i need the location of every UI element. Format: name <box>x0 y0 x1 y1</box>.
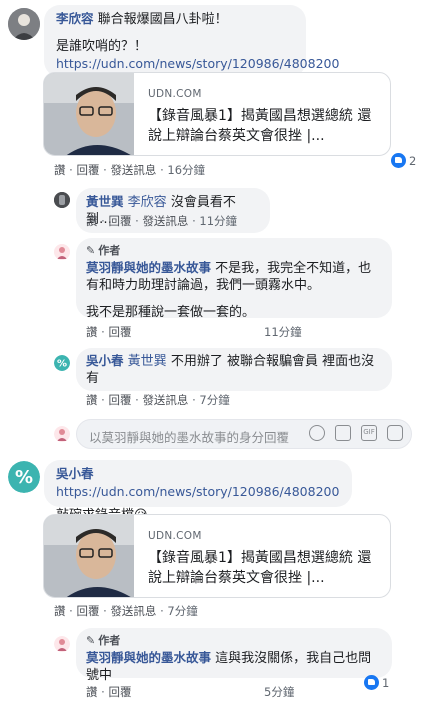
avatar-wu-xiaochun[interactable]: % <box>54 355 70 371</box>
pencil-icon: ✎ <box>86 634 96 647</box>
reply-actions: 讚 · 回覆 5分鐘 <box>86 684 295 700</box>
link-title: 【錄音風暴1】揭黃國昌想選總統 還說上辯論台蔡英文會很挫 |... <box>148 108 372 144</box>
timestamp[interactable]: 16分鐘 <box>167 163 205 177</box>
timestamp[interactable]: 11分鐘 <box>199 214 237 228</box>
reply-action[interactable]: 回覆 <box>108 685 131 699</box>
reply-bubble: 吳小春 黃世巽 不用辦了 被聯合報騙會員 裡面也沒有 <box>76 348 392 391</box>
page-logo-icon <box>54 244 70 260</box>
comment-text: 聯合報爆國昌八卦啦！ <box>97 12 228 27</box>
reaction-count[interactable]: 2 <box>391 153 416 168</box>
link-preview-image <box>44 73 134 155</box>
link-domain: UDN.COM <box>148 530 202 542</box>
like-reaction-icon <box>364 675 379 690</box>
person-avatar-icon <box>8 8 40 40</box>
like-action[interactable]: 讚 <box>86 685 98 699</box>
page-logo-icon <box>54 636 70 652</box>
message-action[interactable]: 發送訊息 <box>110 163 156 177</box>
reply-actions: 讚 · 回覆 · 發送訊息 · 11分鐘 <box>86 214 238 228</box>
like-reaction-icon <box>391 153 406 168</box>
commenter-name[interactable]: 莫羽靜與她的墨水故事 <box>86 650 211 665</box>
avatar-li-xinrong[interactable] <box>8 8 40 40</box>
percent-logo-icon: % <box>54 355 70 371</box>
comment-bubble: 李欣容 聯合報爆國昌八卦啦！ 是誰吹哨的？！ https://udn.com/n… <box>44 5 339 77</box>
avatar-wu-xiaochun[interactable]: % <box>8 461 40 493</box>
timestamp[interactable]: 7分鐘 <box>199 393 229 407</box>
comment-link[interactable]: https://udn.com/news/story/120986/480820… <box>56 55 339 72</box>
commenter-name[interactable]: 黃世巽 <box>86 194 124 209</box>
timestamp[interactable]: 11分鐘 <box>264 324 302 340</box>
reply-bubble: ✎ 作者 莫羽靜與她的墨水故事 這與我沒關係，我自己也問號中 <box>76 628 392 683</box>
avatar-page-author[interactable] <box>54 636 70 652</box>
svg-text:%: % <box>15 467 33 488</box>
svg-text:%: % <box>57 359 67 370</box>
news-photo-icon <box>44 515 134 597</box>
like-action[interactable]: 讚 <box>86 325 98 339</box>
link-preview-card[interactable]: UDN.COM 【錄音風暴1】揭黃國昌想選總統 還說上辯論台蔡英文會很挫 |..… <box>43 514 391 598</box>
news-photo-icon <box>44 73 134 155</box>
reply-action[interactable]: 回覆 <box>108 214 131 228</box>
link-domain: UDN.COM <box>148 88 202 100</box>
commenter-name[interactable]: 李欣容 <box>56 11 94 26</box>
reply-input-box[interactable]: 以莫羽靜與她的墨水故事的身分回覆 GIF <box>76 419 412 449</box>
reply-action[interactable]: 回覆 <box>76 163 99 177</box>
percent-logo-icon: % <box>8 461 40 493</box>
like-action[interactable]: 讚 <box>54 163 66 177</box>
comment-text: 是誰吹哨的？！ <box>56 39 148 54</box>
author-badge: ✎ 作者 <box>86 244 121 257</box>
reply-action[interactable]: 回覆 <box>108 325 131 339</box>
reply-actions: 讚 · 回覆 · 發送訊息 · 7分鐘 <box>86 393 230 407</box>
like-action[interactable]: 讚 <box>86 214 98 228</box>
reply-actions: 讚 · 回覆 11分鐘 <box>86 324 302 340</box>
reply-input-placeholder[interactable]: 以莫羽靜與她的墨水故事的身分回覆 <box>89 427 289 446</box>
avatar-huang-shixun[interactable] <box>54 192 70 208</box>
avatar-page-author[interactable] <box>54 244 70 260</box>
mention-tag[interactable]: 黃世巽 <box>128 354 167 369</box>
person-avatar-icon <box>54 192 70 208</box>
message-action[interactable]: 發送訊息 <box>110 604 156 618</box>
page-logo-icon <box>54 426 70 442</box>
comment-bubble: 吳小春 https://udn.com/news/story/120986/48… <box>44 460 352 523</box>
message-action[interactable]: 發送訊息 <box>142 214 188 228</box>
comment-actions: 讚 · 回覆 · 發送訊息 · 16分鐘 <box>54 163 206 177</box>
link-title: 【錄音風暴1】揭黃國昌想選總統 還說上辯論台蔡英文會很挫 |... <box>148 550 372 586</box>
timestamp[interactable]: 5分鐘 <box>264 684 294 700</box>
reply-bubble: ✎ 作者 莫羽靜與她的墨水故事 不是我，我完全不知道，也有和時力助理討論過，我們… <box>76 238 392 320</box>
reply-action[interactable]: 回覆 <box>108 393 131 407</box>
link-preview-image <box>44 515 134 597</box>
gif-icon[interactable]: GIF <box>361 425 377 441</box>
mention-tag[interactable]: 李欣容 <box>128 195 167 210</box>
like-action[interactable]: 讚 <box>54 604 66 618</box>
reply-action[interactable]: 回覆 <box>76 604 99 618</box>
pencil-icon: ✎ <box>86 244 96 257</box>
commenter-name[interactable]: 吳小春 <box>56 466 94 481</box>
sticker-icon[interactable] <box>387 425 403 441</box>
comment-actions: 讚 · 回覆 · 發送訊息 · 7分鐘 <box>54 604 198 618</box>
comment-link[interactable]: https://udn.com/news/story/120986/480820… <box>56 484 339 499</box>
commenter-name[interactable]: 吳小春 <box>86 353 124 368</box>
reply-text: 我不是那種說一套做一套的。 <box>86 305 256 320</box>
like-action[interactable]: 讚 <box>86 393 98 407</box>
link-preview-card[interactable]: UDN.COM 【錄音風暴1】揭黃國昌想選總統 還說上辯論台蔡英文會很挫 |..… <box>43 72 391 156</box>
current-user-avatar <box>54 426 70 442</box>
commenter-name[interactable]: 莫羽靜與她的墨水故事 <box>86 260 211 275</box>
timestamp[interactable]: 7分鐘 <box>167 604 197 618</box>
reaction-count[interactable]: 1 <box>364 675 389 690</box>
author-badge: ✎ 作者 <box>86 634 121 647</box>
emoji-icon[interactable] <box>309 425 325 441</box>
camera-icon[interactable] <box>335 425 351 441</box>
message-action[interactable]: 發送訊息 <box>142 393 188 407</box>
